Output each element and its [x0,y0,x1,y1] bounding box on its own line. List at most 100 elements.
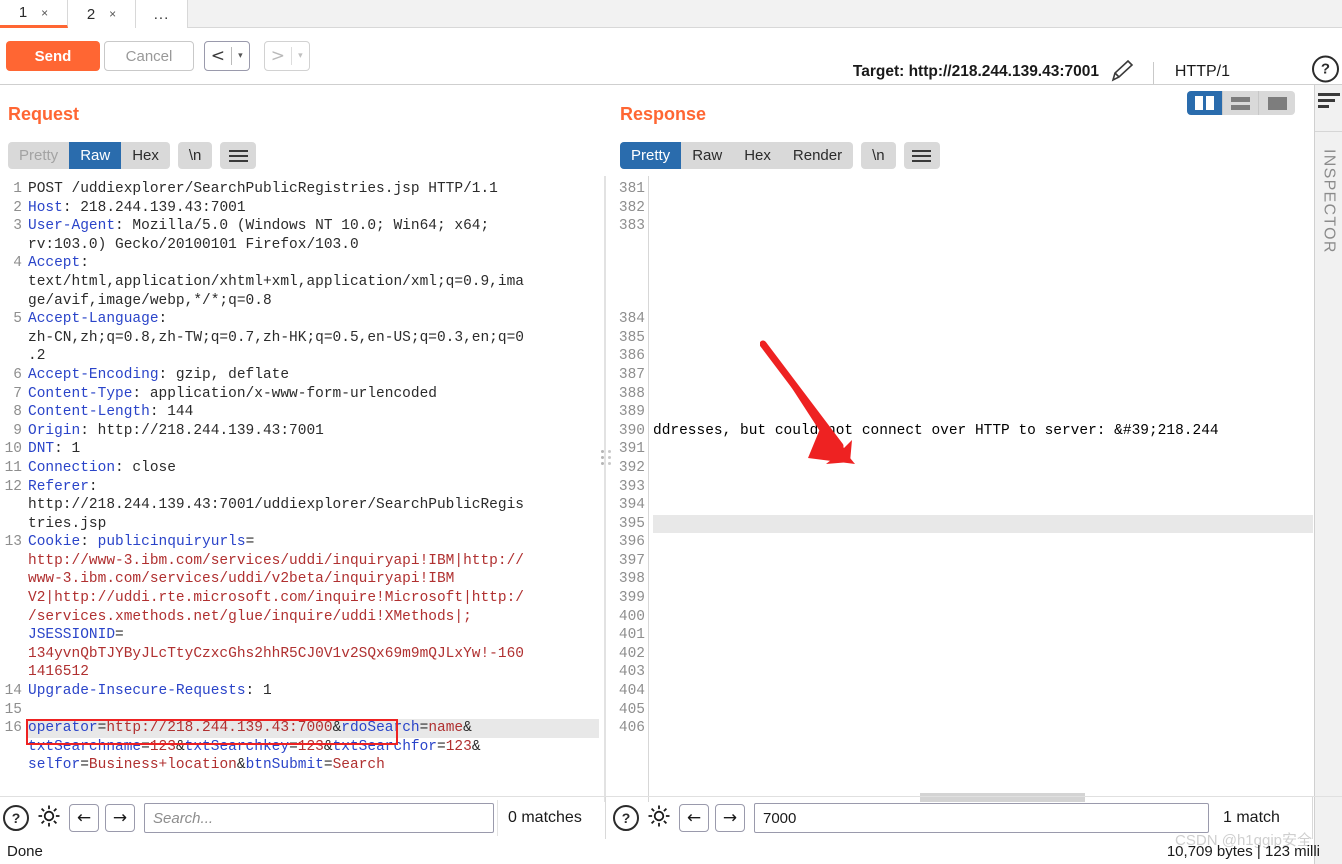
code-line[interactable]: zh-CN,zh;q=0.8,zh-TW;q=0.7,zh-HK;q=0.5,e… [28,329,599,348]
filter-icon[interactable] [1318,93,1340,108]
code-line[interactable]: Upgrade-Insecure-Requests: 1 [28,682,599,701]
code-line[interactable] [653,533,1313,552]
request-view-hex[interactable]: Hex [121,142,170,169]
response-newline-toggle[interactable]: \n [861,142,896,169]
code-line[interactable]: Cookie: publicinquiryurls= [28,533,599,552]
request-newline-toggle[interactable]: \n [177,142,213,169]
code-line[interactable]: tries.jsp [28,515,599,534]
code-line[interactable] [653,440,1313,459]
code-line[interactable]: Origin: http://218.244.139.43:7001 [28,422,599,441]
code-line[interactable] [653,385,1313,404]
code-line[interactable] [653,459,1313,478]
gear-icon[interactable] [645,802,673,835]
single-pane-layout-button[interactable] [1259,91,1295,115]
code-line[interactable]: User-Agent: Mozilla/5.0 (Windows NT 10.0… [28,217,599,236]
code-line[interactable] [653,589,1313,608]
request-view-raw[interactable]: Raw [69,142,122,169]
pane-drag-handle[interactable] [601,450,604,465]
response-menu-icon[interactable] [903,142,940,169]
code-line[interactable]: txtSearchname=123&txtSearchkey=123&txtSe… [28,738,599,757]
code-line[interactable]: DNT: 1 [28,440,599,459]
code-line[interactable]: selfor=Business+location&btnSubmit=Searc… [28,756,599,775]
code-line[interactable]: Accept: [28,254,599,273]
code-line[interactable] [653,608,1313,627]
code-line[interactable]: Connection: close [28,459,599,478]
code-line[interactable] [653,217,1313,236]
edit-target-button[interactable] [1107,58,1137,86]
code-line[interactable] [653,292,1313,311]
find-previous-button[interactable]: ← [69,804,99,832]
help-icon[interactable]: ? [1312,55,1339,83]
code-line[interactable]: ge/avif,image/webp,*/*;q=0.8 [28,292,599,311]
code-line[interactable] [653,478,1313,497]
code-line[interactable] [653,329,1313,348]
code-line[interactable]: rv:103.0) Gecko/20100101 Firefox/103.0 [28,236,599,255]
response-drag-handle[interactable] [608,450,611,465]
code-line[interactable] [653,199,1313,218]
request-view-pretty[interactable]: Pretty [8,142,69,169]
code-line[interactable] [653,626,1313,645]
response-search-input[interactable] [754,803,1209,833]
response-view-raw[interactable]: Raw [681,142,733,169]
code-line[interactable]: /services.xmethods.net/glue/inquire/uddi… [28,608,599,627]
code-line[interactable]: Content-Type: application/x-www-form-url… [28,385,599,404]
code-line[interactable]: www-3.ibm.com/services/uddi/v2beta/inqui… [28,570,599,589]
code-line[interactable] [653,701,1313,720]
code-line[interactable] [653,645,1313,664]
close-icon[interactable]: × [109,7,116,21]
response-editor[interactable]: 381 382 383 384 385 386 387 388 389 390 391 392 393… [605,176,1325,802]
code-line[interactable]: Referer: [28,478,599,497]
code-line[interactable]: .2 [28,347,599,366]
code-line[interactable]: ddresses, but could not connect over HTT… [653,422,1313,441]
http-version-label[interactable]: HTTP/1 [1175,63,1230,81]
pane-splitter[interactable] [604,176,606,802]
response-view-render[interactable]: Render [782,142,853,169]
request-search-input[interactable] [144,803,494,833]
code-line[interactable]: Accept-Encoding: gzip, deflate [28,366,599,385]
history-back-button[interactable]: < ▾ [204,41,250,71]
code-line[interactable] [653,347,1313,366]
code-line[interactable] [653,403,1313,422]
code-line[interactable]: Host: 218.244.139.43:7001 [28,199,599,218]
send-button[interactable]: Send [6,41,100,71]
code-line[interactable] [653,570,1313,589]
response-body-text[interactable]: ddresses, but could not connect over HTT… [653,176,1313,802]
repeater-tab-overflow[interactable]: ... [136,0,188,28]
repeater-tab-2[interactable]: 2 × [68,0,136,28]
code-line[interactable] [653,366,1313,385]
code-line[interactable] [653,682,1313,701]
code-line[interactable]: http://www-3.ibm.com/services/uddi/inqui… [28,552,599,571]
split-horizontal-layout-button[interactable] [1223,91,1259,115]
repeater-tab-1[interactable]: 1 × [0,0,68,28]
code-line[interactable] [653,310,1313,329]
response-view-hex[interactable]: Hex [733,142,782,169]
code-line[interactable]: http://218.244.139.43:7001/uddiexplorer/… [28,496,599,515]
request-editor[interactable]: 123 4 5 6 7 8 9 10 11 12 13 14 15 16 POST /uddie… [0,176,605,802]
code-line[interactable]: V2|http://uddi.rte.microsoft.com/inquire… [28,589,599,608]
code-line[interactable]: Accept-Language: [28,310,599,329]
code-line[interactable] [653,719,1313,738]
history-forward-button[interactable]: > ▾ [264,41,310,71]
find-next-button[interactable]: → [715,804,745,832]
find-previous-button[interactable]: ← [679,804,709,832]
code-line[interactable]: POST /uddiexplorer/SearchPublicRegistrie… [28,180,599,199]
code-line[interactable] [653,254,1313,273]
code-line[interactable] [653,496,1313,515]
code-line[interactable]: 1416512 [28,663,599,682]
code-line[interactable]: text/html,application/xhtml+xml,applicat… [28,273,599,292]
code-line[interactable] [653,514,1313,534]
request-body-text[interactable]: POST /uddiexplorer/SearchPublicRegistrie… [28,176,599,802]
help-icon[interactable]: ? [613,805,639,831]
code-line[interactable]: operator=http://218.244.139.43:7000&rdoS… [28,719,599,738]
code-line[interactable]: 134yvnQbTJYByJLcTtyCzxcGhs2hhR5CJ0V1v2SQ… [28,645,599,664]
help-icon[interactable]: ? [3,805,29,831]
find-next-button[interactable]: → [105,804,135,832]
inspector-label[interactable]: INSPECTOR [1320,149,1338,254]
close-icon[interactable]: × [41,6,48,20]
code-line[interactable] [653,663,1313,682]
code-line[interactable]: Content-Length: 144 [28,403,599,422]
split-vertical-layout-button[interactable] [1187,91,1223,115]
response-view-pretty[interactable]: Pretty [620,142,682,169]
code-line[interactable] [653,552,1313,571]
code-line[interactable] [653,273,1313,292]
